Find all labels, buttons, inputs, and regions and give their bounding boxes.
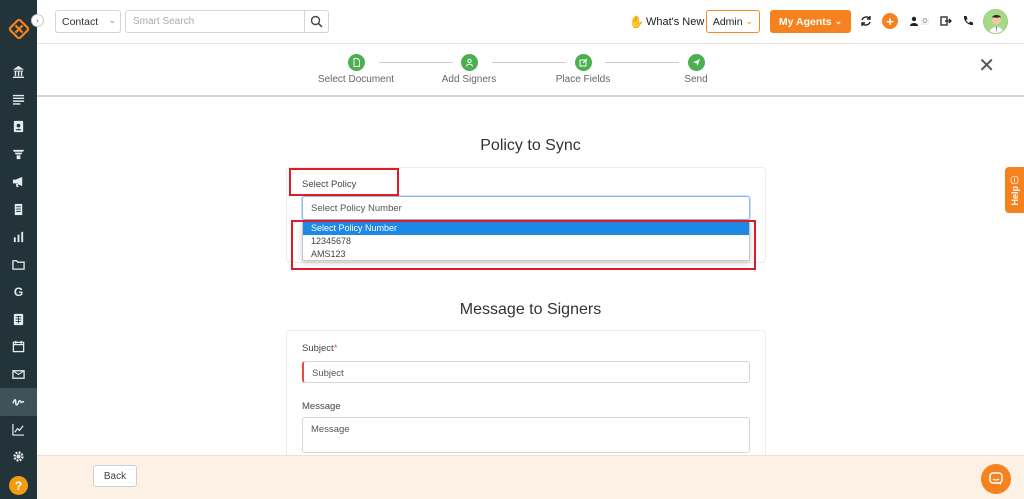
step-add-signers[interactable]: Add Signers	[424, 54, 514, 85]
home-icon[interactable]	[0, 58, 37, 86]
calendar-grid-icon[interactable]	[0, 306, 37, 334]
calendar-icon[interactable]	[0, 333, 37, 361]
send-icon	[687, 54, 705, 71]
logo-icon	[8, 18, 29, 40]
whats-new-label: What's New	[645, 16, 705, 28]
add-icon[interactable]: +	[882, 13, 898, 29]
sidebar-toggle-button[interactable]: ›	[31, 14, 44, 27]
my-agents-label: My Agents	[778, 15, 832, 28]
megaphone-icon[interactable]	[0, 168, 37, 196]
bar-chart-icon[interactable]	[0, 223, 37, 251]
top-bar: Contact ⌄ Smart Search ✋ What's New Admi…	[37, 0, 1024, 44]
my-agents-button[interactable]: My Agents ⌄	[770, 10, 851, 33]
message-label: Message	[302, 401, 341, 412]
contact-select[interactable]: Contact ⌄	[55, 10, 121, 33]
logout-icon[interactable]	[939, 14, 953, 28]
list-icon[interactable]	[0, 86, 37, 114]
document-icon[interactable]	[0, 196, 37, 224]
policy-section-title: Policy to Sync	[480, 137, 581, 154]
step-send[interactable]: Send	[651, 54, 741, 85]
contact-select-value: Contact	[62, 16, 99, 28]
notification-count: 0	[921, 17, 929, 25]
highlight-box	[289, 168, 399, 196]
funnel-icon[interactable]	[0, 141, 37, 169]
step-label: Send	[684, 74, 708, 85]
required-asterisk: *	[333, 343, 338, 354]
step-place-fields[interactable]: Place Fields	[538, 54, 628, 85]
help-icon[interactable]: ?	[9, 476, 28, 495]
message-section-title: Message to Signers	[459, 301, 602, 318]
back-label: Back	[103, 470, 127, 482]
help-tab[interactable]: ⓘ Help	[1005, 167, 1024, 213]
subject-label: Subject*	[302, 343, 337, 354]
phone-icon[interactable]	[961, 14, 975, 28]
close-icon[interactable]: ✕	[978, 56, 995, 76]
app-logo[interactable]	[0, 0, 37, 58]
subject-field[interactable]: Subject	[302, 361, 750, 383]
back-button[interactable]: Back	[93, 465, 137, 487]
search-button[interactable]	[304, 10, 329, 33]
policy-select[interactable]: Select Policy Number	[302, 196, 750, 220]
chevron-down-icon: ⌄	[745, 16, 754, 26]
chat-button[interactable]	[981, 464, 1011, 494]
document-icon	[347, 54, 365, 71]
trend-chart-icon[interactable]	[0, 416, 37, 444]
help-tab-label: Help	[1009, 185, 1020, 206]
contacts-icon[interactable]	[0, 113, 37, 141]
message-field[interactable]: Message	[302, 417, 750, 453]
user-icon	[460, 54, 478, 71]
hand-wave-icon: ✋	[629, 15, 644, 29]
highlight-box	[291, 220, 756, 270]
mail-icon[interactable]	[0, 361, 37, 389]
google-icon[interactable]: G	[0, 278, 37, 306]
message-placeholder: Message	[311, 424, 350, 435]
search-placeholder: Smart Search	[133, 16, 195, 27]
avatar[interactable]	[983, 9, 1008, 34]
sidebar: G ?	[0, 0, 37, 499]
search-input[interactable]: Smart Search	[125, 10, 305, 33]
footer-bar: Back	[37, 455, 1024, 499]
step-label: Select Document	[317, 74, 395, 85]
subject-label-text: Subject	[302, 343, 334, 354]
step-label: Place Fields	[555, 74, 611, 85]
user-notifications-icon[interactable]: 0	[907, 14, 931, 28]
step-label: Add Signers	[441, 74, 497, 85]
chevron-down-icon: ⌄	[108, 15, 116, 25]
chevron-down-icon: ⌄	[834, 16, 843, 26]
edit-icon	[574, 54, 592, 71]
gear-icon[interactable]	[0, 443, 37, 471]
main-content: Policy to Sync Select Policy Select Poli…	[37, 99, 1024, 460]
search-icon	[310, 15, 323, 28]
chat-icon	[989, 472, 1003, 485]
policy-select-value: Select Policy Number	[311, 203, 402, 214]
step-select-document[interactable]: Select Document	[311, 54, 401, 85]
user-avatar-icon	[989, 15, 1004, 33]
info-icon: ⓘ	[1010, 175, 1019, 185]
signing-stepper: Select Document Add Signers Place Fields…	[37, 44, 1024, 97]
signature-icon[interactable]	[0, 388, 37, 416]
subject-placeholder: Subject	[312, 368, 344, 379]
folder-icon[interactable]	[0, 251, 37, 279]
refresh-icon[interactable]	[859, 14, 873, 28]
admin-dropdown[interactable]: Admin ⌄	[706, 10, 760, 33]
chevron-right-icon: ›	[36, 16, 39, 25]
whats-new-link[interactable]: ✋ What's New	[629, 15, 704, 29]
admin-label: Admin	[712, 15, 743, 28]
